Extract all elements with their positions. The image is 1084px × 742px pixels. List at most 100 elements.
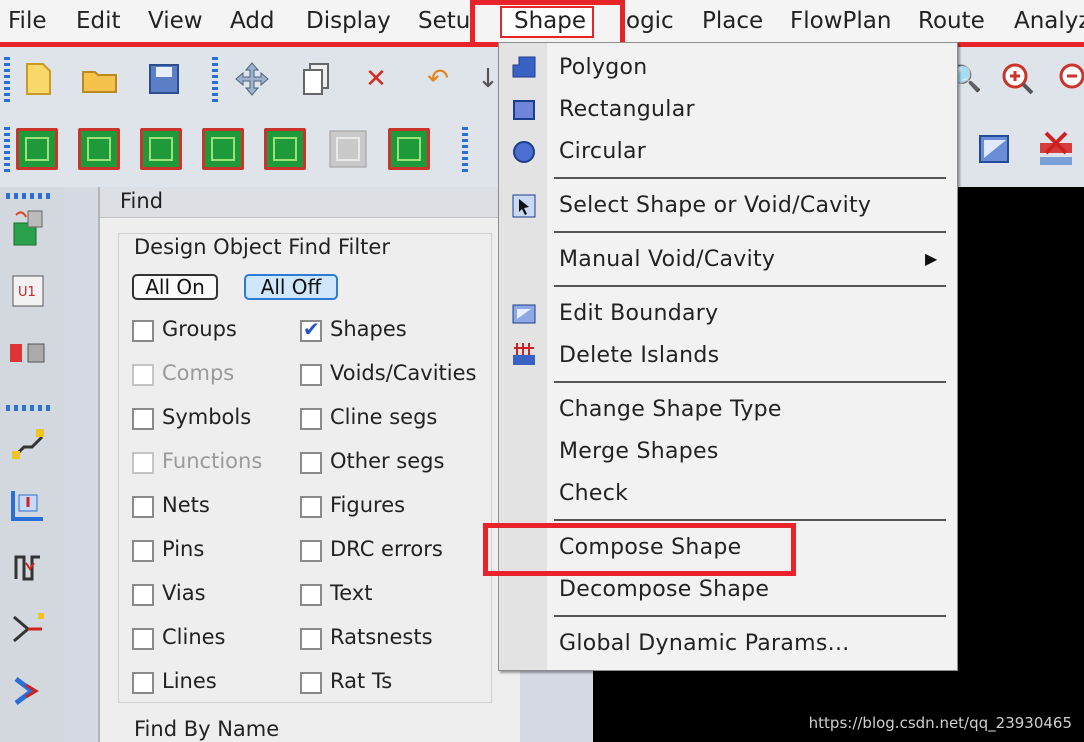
toolbar-grip[interactable]: [6, 405, 50, 411]
menu-display[interactable]: Display: [306, 6, 391, 36]
fanout-icon[interactable]: [8, 609, 48, 649]
move-icon[interactable]: [232, 59, 272, 99]
find-filter-right-label: Shapes: [330, 317, 407, 341]
layer-icon[interactable]: [264, 128, 306, 170]
menu-item-manual-void[interactable]: Manual Void/Cavity: [559, 247, 775, 272]
delay-tune-icon[interactable]: [8, 547, 48, 587]
find-filter-right-checkbox[interactable]: [300, 628, 322, 650]
menu-logic[interactable]: ogic: [626, 6, 674, 36]
find-filter-left-label: Comps: [162, 361, 235, 385]
save-icon[interactable]: [144, 59, 184, 99]
find-filter-left-checkbox: [132, 452, 154, 474]
find-filter-left-checkbox[interactable]: [132, 496, 154, 518]
menu-edit[interactable]: Edit: [76, 6, 121, 36]
menu-view[interactable]: View: [148, 6, 203, 36]
zoom-in-icon[interactable]: [998, 59, 1038, 99]
component-icon[interactable]: [78, 128, 120, 170]
find-filter-right-checkbox[interactable]: [300, 672, 322, 694]
find-filter-left-label: Groups: [162, 317, 237, 341]
find-filter-left-checkbox[interactable]: [132, 672, 154, 694]
menu-add[interactable]: Add: [230, 6, 275, 36]
menu-route[interactable]: Route: [918, 6, 985, 36]
all-off-button[interactable]: All Off: [244, 274, 338, 300]
find-filter-right-label: Ratsnests: [330, 625, 433, 649]
find-filter-left-checkbox[interactable]: [132, 320, 154, 342]
u1-refdes-icon[interactable]: U1: [8, 271, 48, 311]
menu-separator: [554, 519, 946, 521]
find-filter-right-label: Rat Ts: [330, 669, 393, 693]
menu-item-delete-islands[interactable]: Delete Islands: [559, 343, 719, 368]
zoom-out-icon[interactable]: [1052, 59, 1084, 99]
menu-item-circular[interactable]: Circular: [559, 139, 646, 164]
menu-item-global-dynamic[interactable]: Global Dynamic Params...: [559, 631, 850, 656]
find-filter-left-checkbox[interactable]: [132, 540, 154, 562]
find-filter-right-checkbox[interactable]: [300, 408, 322, 430]
menu-item-edit-boundary[interactable]: Edit Boundary: [559, 301, 718, 326]
place-component-icon[interactable]: [8, 209, 48, 249]
menu-separator: [554, 615, 946, 617]
board-icon[interactable]: [16, 128, 58, 170]
find-filter-left-label: Functions: [162, 449, 263, 473]
disabled-tool-icon: [328, 129, 368, 169]
menu-item-merge-shapes[interactable]: Merge Shapes: [559, 439, 719, 464]
find-filter-left-label: Nets: [162, 493, 210, 517]
menu-item-check[interactable]: Check: [559, 481, 628, 506]
toolbar-grip[interactable]: [4, 127, 10, 175]
find-filter-right-label: Cline segs: [330, 405, 438, 429]
edit-boundary-icon: [512, 304, 536, 324]
menu-file[interactable]: File: [8, 6, 47, 36]
toolbar-grip[interactable]: [4, 57, 10, 105]
spread-icon[interactable]: [8, 671, 48, 711]
find-filter-left-checkbox[interactable]: [132, 628, 154, 650]
slide-icon[interactable]: [8, 485, 48, 525]
route-icon[interactable]: [202, 128, 244, 170]
find-filter-left-label: Clines: [162, 625, 226, 649]
find-filter-left-checkbox: [132, 364, 154, 386]
find-filter-title: Design Object Find Filter: [134, 235, 390, 259]
open-folder-icon[interactable]: [80, 59, 120, 99]
all-on-button[interactable]: All On: [132, 274, 218, 300]
find-filter-left-label: Vias: [162, 581, 206, 605]
shape-tool-icon[interactable]: [388, 128, 430, 170]
menu-flowplan[interactable]: FlowPlan: [790, 6, 891, 36]
compose-shape-highlight-box: [483, 523, 796, 576]
find-filter-right-label: Voids/Cavities: [330, 361, 477, 385]
find-filter-right-checkbox[interactable]: [300, 584, 322, 606]
find-filter-left-checkbox[interactable]: [132, 584, 154, 606]
net-icon[interactable]: [140, 128, 182, 170]
find-filter-right-label: Other segs: [330, 449, 445, 473]
toolbar-grip[interactable]: [462, 127, 468, 175]
menu-place[interactable]: Place: [702, 6, 763, 36]
delete-shape-icon[interactable]: [1036, 129, 1076, 169]
connector-icon[interactable]: [8, 333, 48, 373]
find-panel-title: Find: [120, 189, 164, 213]
add-connect-icon[interactable]: [8, 423, 48, 463]
menu-item-select-shape[interactable]: Select Shape or Void/Cavity: [559, 193, 871, 218]
toolbar-grip[interactable]: [6, 193, 50, 199]
undo-icon[interactable]: ↶: [418, 59, 458, 99]
menu-item-decompose-shape[interactable]: Decompose Shape: [559, 577, 769, 602]
toolbar-grip[interactable]: [212, 57, 218, 105]
copy-icon[interactable]: [296, 59, 336, 99]
shape-edit-icon[interactable]: [976, 129, 1016, 169]
new-file-icon[interactable]: [18, 59, 58, 99]
menu-analyze[interactable]: Analyz: [1014, 6, 1084, 36]
menu-separator: [554, 177, 946, 179]
submenu-arrow-icon: ▶: [925, 249, 938, 268]
find-filter-right-checkbox[interactable]: [300, 452, 322, 474]
menu-separator: [554, 381, 946, 383]
find-filter-left-label: Symbols: [162, 405, 252, 429]
find-filter-right-checkbox[interactable]: [300, 317, 322, 342]
find-filter-right-checkbox[interactable]: [300, 496, 322, 518]
find-filter-left-checkbox[interactable]: [132, 408, 154, 430]
find-filter-right-checkbox[interactable]: [300, 364, 322, 386]
menu-item-polygon[interactable]: Polygon: [559, 55, 648, 80]
menu-item-change-type[interactable]: Change Shape Type: [559, 397, 782, 422]
rectangle-icon: [513, 100, 535, 120]
menu-setup[interactable]: Setu: [418, 6, 470, 36]
find-filter-right-label: DRC errors: [330, 537, 443, 561]
find-filter-left-label: Lines: [162, 669, 217, 693]
menu-item-rectangular[interactable]: Rectangular: [559, 97, 695, 122]
find-filter-right-checkbox[interactable]: [300, 540, 322, 562]
delete-icon[interactable]: ✕: [356, 59, 396, 99]
